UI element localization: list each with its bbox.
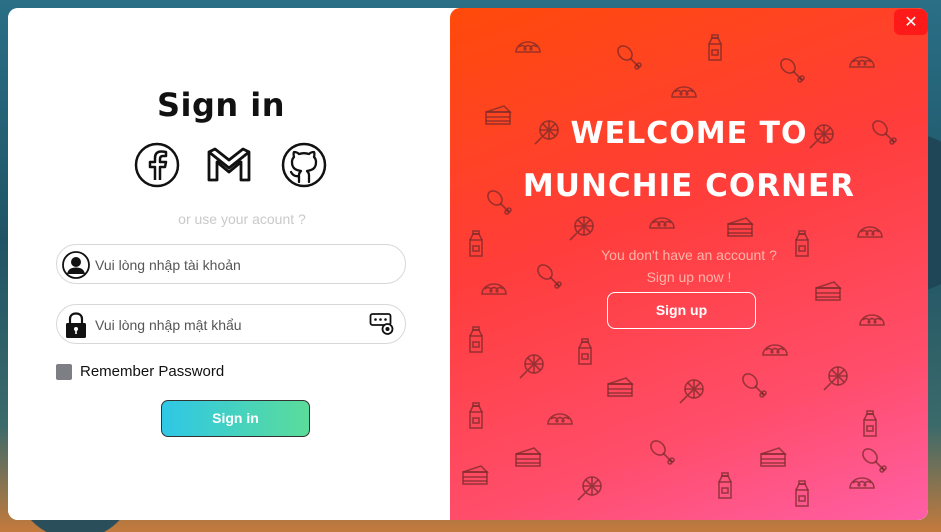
welcome-title-line2: Munchie Corner: [522, 168, 856, 204]
gmail-icon[interactable]: [206, 142, 252, 188]
facebook-icon[interactable]: [134, 142, 180, 188]
remember-checkbox[interactable]: [56, 363, 72, 380]
signin-title: Sign in: [156, 86, 286, 124]
username-field-wrapper: [56, 244, 406, 284]
signin-button[interactable]: Sign in: [161, 400, 310, 437]
signup-now-line: Sign up now !: [646, 269, 732, 285]
password-input[interactable]: [95, 313, 365, 337]
lock-icon: [66, 312, 86, 338]
login-window: Sign in or use your acount ? Vui lòng nh…: [8, 8, 928, 520]
no-account-text: You don't have an account ? Sign up now …: [450, 244, 928, 288]
user-icon: [62, 251, 90, 279]
close-icon: ✕: [904, 12, 918, 31]
github-icon[interactable]: [281, 142, 327, 188]
close-button[interactable]: ✕: [894, 9, 928, 35]
no-account-line: You don't have an account ?: [601, 247, 777, 263]
signup-button[interactable]: Sign up: [607, 292, 756, 329]
username-input[interactable]: [95, 253, 365, 277]
remember-password[interactable]: Remember Password: [56, 363, 224, 380]
password-field-wrapper: [56, 304, 406, 344]
show-password-icon[interactable]: [369, 312, 395, 336]
remember-label: Remember Password: [80, 363, 225, 380]
welcome-panel: Welcome to Munchie Corner You don't have…: [450, 8, 928, 520]
signin-panel: Sign in or use your acount ? Vui lòng nh…: [8, 8, 450, 520]
or-use-account-text: or use your acount ?: [178, 211, 306, 227]
welcome-title-line1: Welcome to: [570, 116, 808, 151]
